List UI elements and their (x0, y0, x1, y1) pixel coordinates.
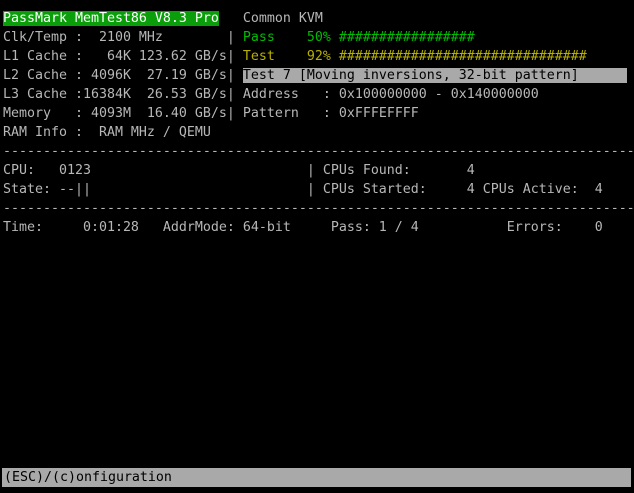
pass-progress: Pass 50% ################# (243, 30, 475, 45)
divider-line: ----------------------------------------… (3, 144, 634, 159)
memory-pattern-row: Memory : 4093M 16.40 GB/s| Pattern : 0xF… (3, 104, 634, 123)
clk-pass-row: Clk/Temp : 2100 MHz | Pass 50% #########… (3, 28, 634, 47)
status-bar: (ESC)/(c)onfiguration (2, 468, 631, 487)
memory-field: Memory : 4093M 16.40 GB/s| (3, 106, 243, 121)
pattern-field: Pattern : 0xFFFEFFFF (243, 106, 419, 121)
l2-currenttest-row: L2 Cache : 4096K 27.19 GB/s| Test 7 [Mov… (3, 66, 634, 85)
time-row: Time: 0:01:28 AddrMode: 64-bit Pass: 1 /… (3, 218, 634, 237)
test-progress: Test 92% ############################### (243, 49, 587, 64)
divider-row: ----------------------------------------… (3, 199, 634, 218)
ram-info-field: RAM Info : RAM MHz / QEMU (3, 125, 211, 140)
memtest86-screen: { "app": { "title": "PassMark MemTest86 … (0, 0, 634, 493)
l3-address-row: L3 Cache :16384K 26.53 GB/s| Address : 0… (3, 85, 634, 104)
l1-test-row: L1 Cache : 64K 123.62 GB/s| Test 92% ###… (3, 47, 634, 66)
app-title: PassMark MemTest86 V8.3 Pro (3, 11, 219, 26)
header-row: PassMark MemTest86 V8.3 Pro Common KVM (3, 9, 634, 28)
divider-line: ----------------------------------------… (3, 201, 634, 216)
l2-cache-field: L2 Cache : 4096K 27.19 GB/s| (3, 68, 243, 83)
state-row: State: --|| | CPUs Started: 4 CPUs Activ… (3, 180, 634, 199)
time-status-field: Time: 0:01:28 AddrMode: 64-bit Pass: 1 /… (3, 220, 603, 235)
host-label: Common KVM (243, 11, 323, 26)
clk-temp-field: Clk/Temp : 2100 MHz | (3, 30, 243, 45)
current-test-banner: Test 7 [Moving inversions, 32-bit patter… (243, 68, 627, 83)
config-hint: (ESC)/(c)onfiguration (4, 470, 172, 485)
address-field: Address : 0x100000000 - 0x140000000 (243, 87, 539, 102)
cpu-list-field: CPU: 0123 | CPUs Found: 4 (3, 163, 475, 178)
l1-cache-field: L1 Cache : 64K 123.62 GB/s| (3, 49, 243, 64)
l3-cache-field: L3 Cache :16384K 26.53 GB/s| (3, 87, 243, 102)
cpu-row: CPU: 0123 | CPUs Found: 4 (3, 161, 634, 180)
console-text (219, 11, 243, 26)
ram-info-row: RAM Info : RAM MHz / QEMU (3, 123, 634, 142)
divider-row: ----------------------------------------… (3, 142, 634, 161)
console-screen: PassMark MemTest86 V8.3 Pro Common KVMCl… (3, 9, 634, 237)
cpu-state-field: State: --|| | CPUs Started: 4 CPUs Activ… (3, 182, 603, 197)
